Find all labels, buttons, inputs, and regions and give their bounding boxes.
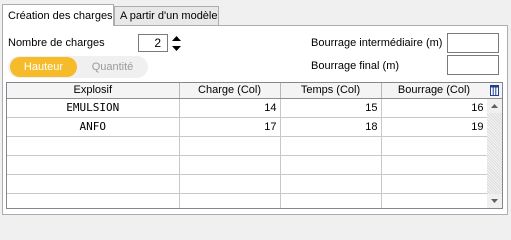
table-cell[interactable]: 16 bbox=[381, 98, 488, 118]
table-cell[interactable] bbox=[179, 174, 281, 194]
chevron-down-icon[interactable] bbox=[168, 43, 184, 53]
table-cell[interactable]: 18 bbox=[280, 117, 382, 137]
scroll-up-arrow-icon[interactable] bbox=[487, 99, 502, 113]
vertical-scrollbar[interactable] bbox=[487, 99, 502, 208]
table-cell[interactable] bbox=[7, 174, 180, 194]
bourrage-intermediaire-input[interactable] bbox=[447, 33, 499, 53]
mode-toggle[interactable]: Hauteur Quantité bbox=[8, 56, 148, 78]
table-cell[interactable] bbox=[179, 136, 281, 156]
column-header-explosif[interactable]: Explosif bbox=[7, 83, 180, 99]
charges-count-spinner[interactable] bbox=[168, 33, 184, 53]
charges-count-label: Nombre de charges bbox=[8, 37, 105, 49]
table-cell[interactable] bbox=[381, 193, 488, 208]
bourrage-final-input[interactable] bbox=[447, 55, 499, 75]
scroll-down-arrow-icon[interactable] bbox=[487, 194, 502, 208]
table-row[interactable] bbox=[7, 136, 488, 156]
charges-grid[interactable]: Explosif Charge (Col) Temps (Col) Bourra… bbox=[6, 82, 503, 209]
table-cell[interactable]: ANFO bbox=[7, 117, 180, 137]
column-header-temps[interactable]: Temps (Col) bbox=[280, 83, 382, 99]
tab-creation-des-charges[interactable]: Création des charges bbox=[2, 4, 114, 26]
table-row[interactable] bbox=[7, 174, 488, 194]
table-cell[interactable] bbox=[179, 193, 281, 208]
table-cell[interactable] bbox=[381, 136, 488, 156]
table-row[interactable] bbox=[7, 193, 488, 208]
table-cell[interactable] bbox=[280, 155, 382, 175]
table-cell[interactable] bbox=[381, 155, 488, 175]
tab-a-partir-d-un-modele[interactable]: A partir d'un modèle bbox=[114, 6, 219, 25]
table-cell[interactable] bbox=[7, 193, 180, 208]
table-header-row: Explosif Charge (Col) Temps (Col) Bourra… bbox=[7, 83, 488, 99]
chevron-up-icon[interactable] bbox=[168, 33, 184, 43]
table-cell[interactable] bbox=[280, 136, 382, 156]
column-header-charge[interactable]: Charge (Col) bbox=[179, 83, 281, 99]
table-row[interactable]: EMULSION 14 15 16 bbox=[7, 98, 488, 118]
table-cell[interactable]: 17 bbox=[179, 117, 281, 137]
table-cell[interactable] bbox=[179, 155, 281, 175]
toggle-option-quantite[interactable]: Quantité bbox=[79, 57, 146, 77]
table-row[interactable]: ANFO 17 18 19 bbox=[7, 117, 488, 137]
charges-count-input[interactable]: 2 bbox=[138, 34, 168, 52]
table-cell[interactable] bbox=[7, 136, 180, 156]
charges-table: Explosif Charge (Col) Temps (Col) Bourra… bbox=[7, 83, 488, 208]
table-cell[interactable]: 14 bbox=[179, 98, 281, 118]
table-cell[interactable] bbox=[280, 174, 382, 194]
table-row[interactable] bbox=[7, 155, 488, 175]
table-cell[interactable]: 15 bbox=[280, 98, 382, 118]
table-cell[interactable]: 19 bbox=[381, 117, 488, 137]
bourrage-final-label: Bourrage final (m) bbox=[311, 60, 400, 72]
column-header-bourrage[interactable]: Bourrage (Col) bbox=[381, 83, 488, 99]
table-columns-icon[interactable] bbox=[487, 83, 502, 99]
bourrage-intermediaire-label: Bourrage intermédiaire (m) bbox=[311, 37, 443, 49]
table-cell[interactable] bbox=[381, 174, 488, 194]
table-cell[interactable] bbox=[7, 155, 180, 175]
table-cell[interactable] bbox=[280, 193, 382, 208]
toggle-option-hauteur[interactable]: Hauteur bbox=[10, 57, 77, 77]
table-cell[interactable]: EMULSION bbox=[7, 98, 180, 118]
